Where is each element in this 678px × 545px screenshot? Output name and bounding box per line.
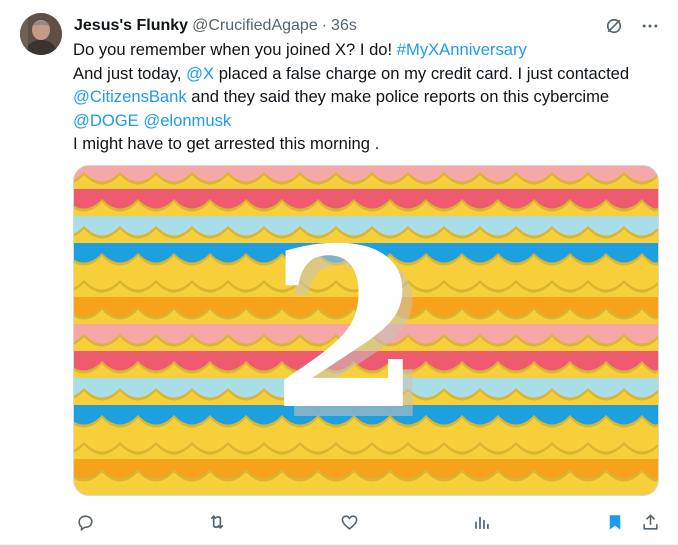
- tweet-text: Do you remember when you joined X? I do!…: [73, 38, 663, 156]
- tweet[interactable]: Jesus's Flunky @CrucifiedAgape · 36s Do …: [0, 0, 678, 545]
- tweet-top-actions: [602, 14, 662, 38]
- tweet-line: I might have to get arrested this mornin…: [73, 132, 663, 156]
- tweet-line: And just today, @X placed a false charge…: [73, 62, 663, 86]
- mention-link[interactable]: @CitizensBank: [73, 87, 187, 106]
- mention-link[interactable]: @DOGE: [73, 111, 139, 130]
- text-segment: And just today,: [73, 63, 187, 83]
- hashtag-link[interactable]: #MyXAnniversary: [397, 40, 527, 59]
- views-icon[interactable]: [469, 510, 493, 534]
- text-segment: placed a false charge on my credit card.…: [214, 63, 630, 83]
- text-segment: and they said they make police reports o…: [186, 87, 610, 106]
- anniversary-image: 2 2: [74, 166, 658, 495]
- timestamp[interactable]: 36s: [331, 17, 357, 35]
- share-icon[interactable]: [638, 510, 662, 534]
- mention-link[interactable]: @elonmusk: [143, 111, 231, 130]
- text-segment: I might have to get arrested this mornin…: [73, 134, 380, 153]
- tweet-image[interactable]: 2 2: [73, 165, 659, 496]
- retweet-icon[interactable]: [205, 510, 229, 534]
- tweet-header: Jesus's Flunky @CrucifiedAgape · 36s: [74, 15, 357, 37]
- like-icon[interactable]: [337, 510, 361, 534]
- reply-icon[interactable]: [73, 510, 97, 534]
- tweet-line: Do you remember when you joined X? I do!…: [73, 38, 663, 62]
- anniversary-numeral: 2: [269, 199, 422, 458]
- avatar[interactable]: [20, 13, 62, 55]
- tweet-line: @CitizensBank and they said they make po…: [73, 85, 663, 109]
- more-icon[interactable]: [638, 14, 662, 38]
- separator: ·: [321, 17, 328, 34]
- tweet-line: @DOGE @elonmusk: [73, 109, 663, 133]
- user-handle[interactable]: @CrucifiedAgape: [192, 17, 318, 35]
- mention-link[interactable]: @X: [186, 64, 214, 83]
- display-name[interactable]: Jesus's Flunky: [74, 17, 188, 35]
- tweet-actions: [73, 510, 663, 534]
- grok-icon[interactable]: [602, 14, 626, 38]
- bookmark-icon[interactable]: [603, 510, 627, 534]
- text-segment: Do you remember when you joined X? I do!: [73, 40, 397, 59]
